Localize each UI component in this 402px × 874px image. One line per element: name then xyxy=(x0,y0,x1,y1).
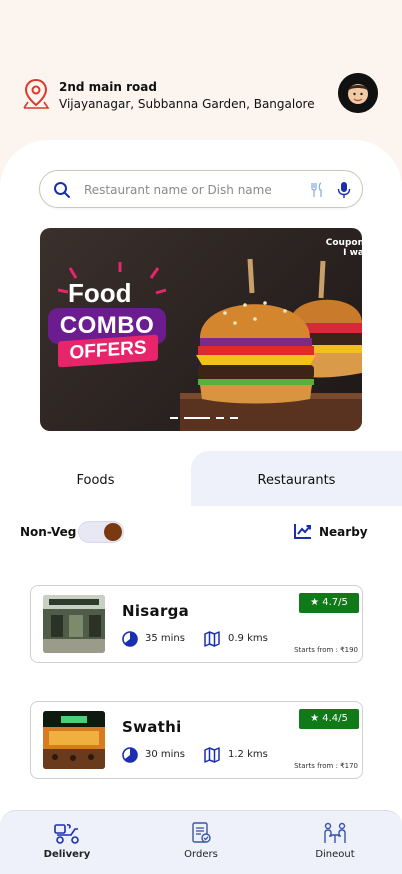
carousel-indicator[interactable] xyxy=(170,416,250,420)
toggle-knob xyxy=(104,523,122,541)
promo-banner[interactable]: Coupon I wa Food COMBO OFFERS xyxy=(40,228,362,431)
map-pin-icon[interactable] xyxy=(22,78,50,110)
clock-pie-icon xyxy=(122,631,138,647)
star-icon: ★ xyxy=(310,713,320,724)
address-line-2[interactable]: Vijayanagar, Subbanna Garden, Bangalore xyxy=(59,97,315,111)
user-avatar-icon xyxy=(338,73,378,113)
delivery-time: 35 mins xyxy=(145,633,185,644)
starting-price: Starts from : ₹170 xyxy=(294,762,358,770)
nav-delivery-label: Delivery xyxy=(43,849,91,860)
nearby-filter[interactable]: Nearby xyxy=(319,525,368,539)
category-tabs: Foods Restaurants xyxy=(0,451,402,506)
nav-orders-label: Orders xyxy=(184,849,218,860)
dineout-table-icon xyxy=(324,822,346,843)
nonveg-toggle[interactable] xyxy=(78,521,124,543)
mic-icon[interactable] xyxy=(337,181,351,199)
nonveg-label: Non-Veg xyxy=(20,525,77,539)
map-icon xyxy=(204,747,220,763)
burger-image xyxy=(180,258,362,431)
distance: 0.9 kms xyxy=(228,633,268,644)
fork-knife-icon xyxy=(311,182,322,197)
delivery-time: 30 mins xyxy=(145,749,185,760)
nav-delivery[interactable]: Delivery xyxy=(0,811,134,874)
search-icon[interactable] xyxy=(53,181,71,199)
tab-restaurants-label: Restaurants xyxy=(257,473,336,488)
star-icon: ★ xyxy=(310,597,320,608)
delivery-scooter-icon xyxy=(54,824,79,844)
restaurant-name: Swathi xyxy=(122,718,182,736)
clock-pie-icon xyxy=(122,747,138,763)
search-input[interactable] xyxy=(84,180,324,200)
trending-chart-icon[interactable] xyxy=(294,523,312,539)
orders-clipboard-icon xyxy=(192,822,211,843)
rating-badge: ★ 4.4/5 xyxy=(299,709,359,729)
avatar[interactable] xyxy=(338,73,378,113)
restaurant-thumbnail xyxy=(43,595,105,653)
banner-title-food: Food xyxy=(68,278,132,308)
nav-dineout-label: Dineout xyxy=(315,849,355,860)
starting-price: Starts from : ₹190 xyxy=(294,646,358,654)
nav-orders[interactable]: Orders xyxy=(134,811,268,874)
restaurant-card[interactable]: Swathi ★ 4.4/5 30 mins 1.2 kms Starts fr… xyxy=(30,701,363,779)
tab-foods[interactable]: Foods xyxy=(0,451,191,506)
distance: 1.2 kms xyxy=(228,749,268,760)
map-icon xyxy=(204,631,220,647)
restaurant-card[interactable]: Nisarga ★ 4.7/5 35 mins 0.9 kms Starts f… xyxy=(30,585,363,663)
nav-dineout[interactable]: Dineout xyxy=(268,811,402,874)
tab-foods-label: Foods xyxy=(76,473,115,488)
bottom-navigation: Delivery Orders Dineout xyxy=(0,810,402,874)
address-line-1[interactable]: 2nd main road xyxy=(59,80,157,94)
rating-badge: ★ 4.7/5 xyxy=(299,593,359,613)
restaurant-thumbnail xyxy=(43,711,105,769)
rating-value: 4.4/5 xyxy=(322,713,348,724)
search-bar[interactable] xyxy=(39,170,363,208)
tab-restaurants[interactable]: Restaurants xyxy=(191,451,402,506)
restaurant-name: Nisarga xyxy=(122,602,190,620)
rating-value: 4.7/5 xyxy=(322,597,348,608)
